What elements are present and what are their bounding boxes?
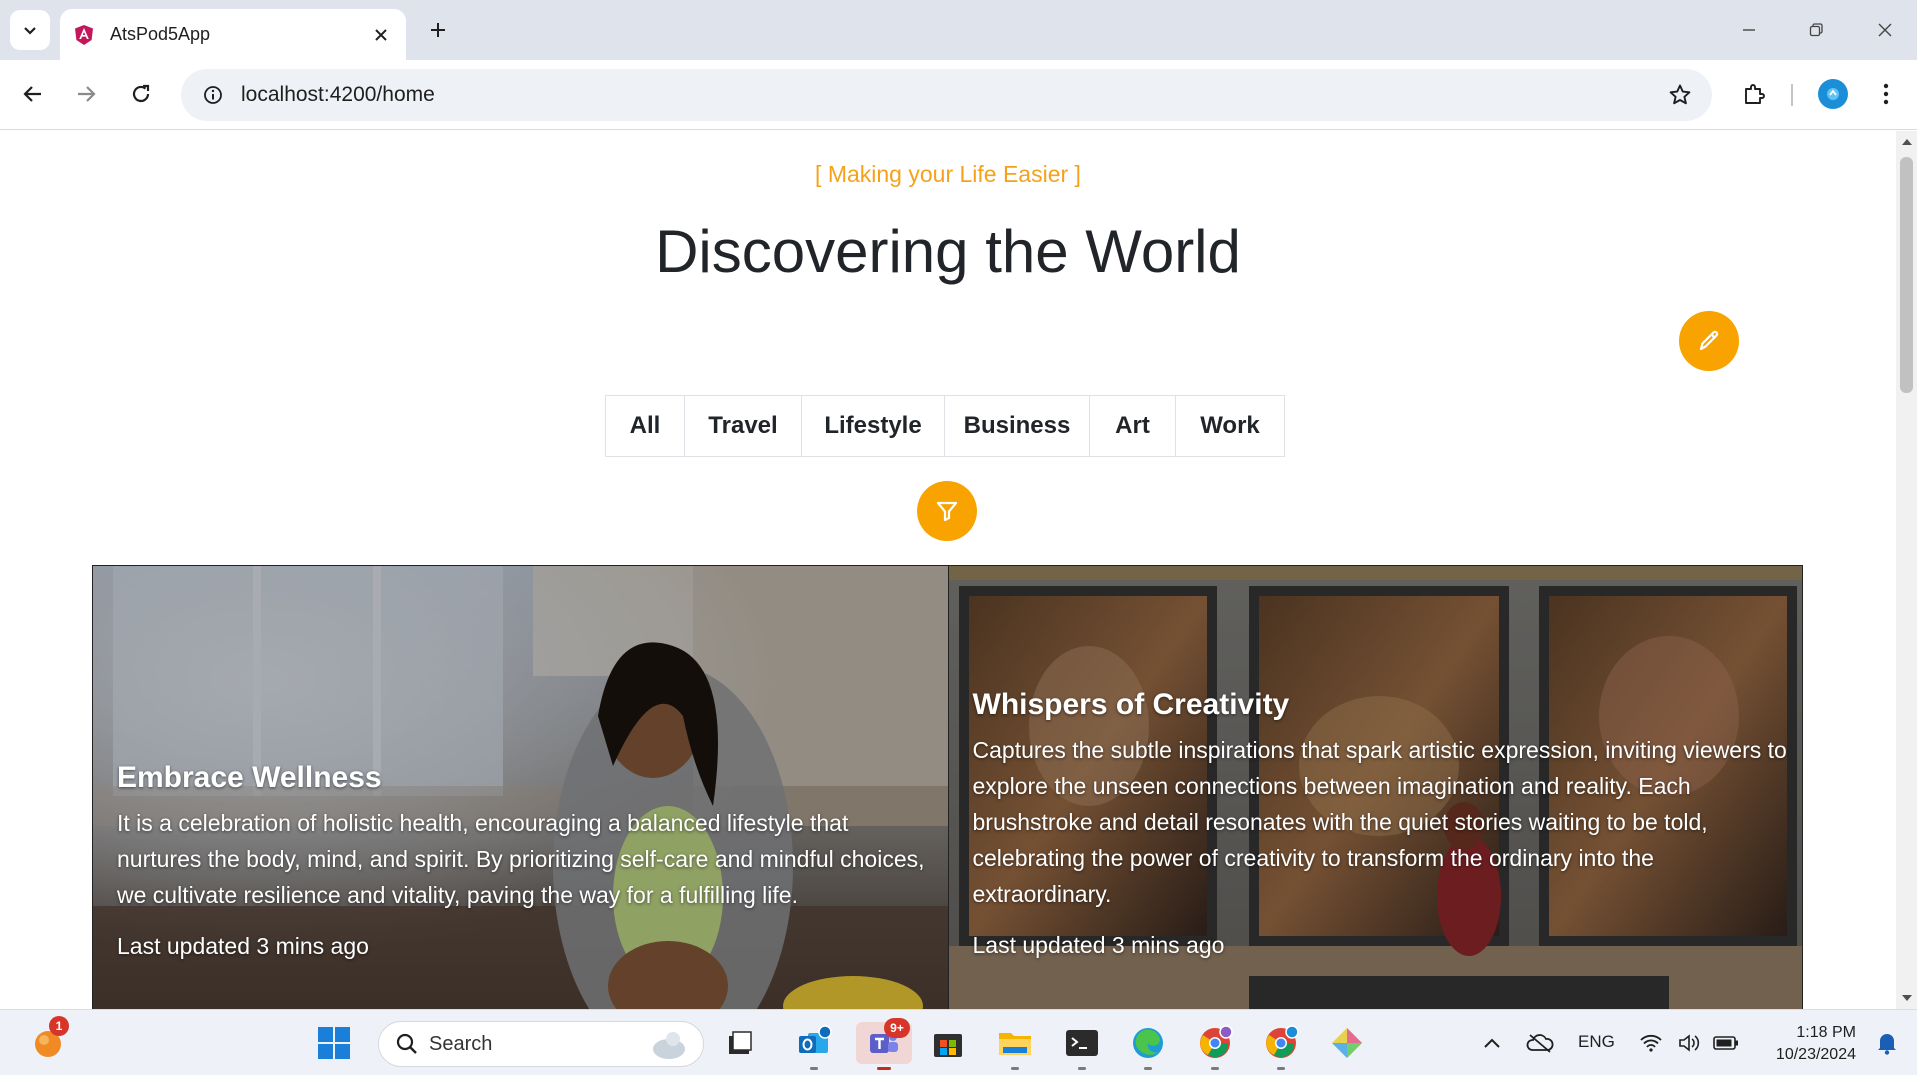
card-text: It is a celebration of holistic health, … bbox=[117, 810, 925, 908]
language-indicator[interactable]: ENG bbox=[1578, 1032, 1615, 1052]
new-tab-icon[interactable] bbox=[422, 14, 454, 46]
card-last-updated: Last updated 3 mins ago bbox=[117, 933, 369, 959]
running-indicator bbox=[1078, 1067, 1086, 1070]
notification-app-icon[interactable]: 1 bbox=[27, 1016, 69, 1064]
dev-tool-app-icon[interactable] bbox=[1326, 1022, 1368, 1064]
filter-work-button[interactable]: Work bbox=[1176, 396, 1284, 456]
filter-button[interactable] bbox=[917, 481, 977, 541]
wifi-icon[interactable] bbox=[1630, 1022, 1672, 1064]
edge-browser-icon[interactable] bbox=[1127, 1022, 1169, 1070]
filter-art-button[interactable]: Art bbox=[1090, 396, 1176, 456]
card-text: Captures the subtle inspirations that sp… bbox=[972, 737, 1787, 907]
minimize-icon[interactable] bbox=[1729, 12, 1769, 48]
running-indicator bbox=[810, 1067, 818, 1070]
outlook-icon[interactable] bbox=[793, 1022, 835, 1070]
battery-icon[interactable] bbox=[1705, 1022, 1747, 1064]
task-view-icon[interactable] bbox=[719, 1022, 761, 1064]
page-title: Discovering the World bbox=[655, 218, 1241, 285]
volume-icon[interactable] bbox=[1668, 1022, 1710, 1064]
card-embrace-wellness[interactable]: Embrace Wellness It is a celebration of … bbox=[93, 566, 948, 1009]
page-viewport: [ Making your Life Easier ] Discovering … bbox=[0, 131, 1896, 1009]
back-arrow-icon[interactable] bbox=[13, 74, 53, 114]
tab-title: AtsPod5App bbox=[110, 24, 211, 44]
more-menu-icon[interactable] bbox=[1866, 74, 1906, 114]
scroll-down-arrow-icon[interactable] bbox=[1896, 989, 1917, 1007]
card-body: Whispers of Creativity Captures the subt… bbox=[973, 688, 1789, 959]
restore-icon[interactable] bbox=[1796, 12, 1836, 48]
show-hidden-icons-chevron-icon[interactable] bbox=[1471, 1022, 1513, 1064]
url-text: localhost:4200/home bbox=[241, 83, 435, 106]
card-grid: Embrace Wellness It is a celebration of … bbox=[92, 565, 1803, 1009]
chrome-profile-1-icon[interactable] bbox=[1194, 1022, 1236, 1070]
page-tagline: [ Making your Life Easier ] bbox=[815, 161, 1081, 187]
notifications-bell-icon[interactable] bbox=[1866, 1022, 1908, 1064]
filter-lifestyle-button[interactable]: Lifestyle bbox=[802, 396, 945, 456]
onedrive-offline-icon[interactable] bbox=[1519, 1022, 1561, 1064]
running-indicator bbox=[1211, 1067, 1219, 1070]
site-info-icon[interactable] bbox=[189, 71, 237, 119]
card-last-updated: Last updated 3 mins ago bbox=[972, 932, 1225, 958]
teams-badge: 9+ bbox=[884, 1018, 910, 1038]
bookmark-star-icon[interactable] bbox=[1660, 75, 1700, 115]
browser-toolbar: localhost:4200/home bbox=[0, 60, 1917, 130]
page-scrollbar[interactable] bbox=[1896, 131, 1917, 1009]
extensions-puzzle-icon[interactable] bbox=[1734, 74, 1774, 114]
search-label: Search bbox=[429, 1032, 493, 1055]
address-bar[interactable]: localhost:4200/home bbox=[181, 69, 1712, 121]
running-indicator bbox=[1144, 1067, 1152, 1070]
taskbar-search[interactable]: Search bbox=[378, 1021, 704, 1067]
funnel-icon bbox=[936, 501, 958, 522]
teams-icon[interactable]: 9+ bbox=[856, 1018, 912, 1070]
windows-taskbar: 1 Search 9+ ENG 1:18 PM 10/23/2024 bbox=[0, 1009, 1917, 1075]
card-whispers-of-creativity[interactable]: Whispers of Creativity Captures the subt… bbox=[947, 566, 1802, 1009]
chrome-profile-2-icon[interactable] bbox=[1260, 1022, 1302, 1070]
toolbar-divider bbox=[1791, 84, 1793, 106]
reload-icon[interactable] bbox=[121, 74, 161, 114]
running-indicator bbox=[1011, 1067, 1019, 1070]
running-indicator bbox=[1277, 1067, 1285, 1070]
notification-badge: 1 bbox=[49, 1016, 69, 1036]
microsoft-store-icon[interactable] bbox=[927, 1022, 969, 1064]
file-explorer-icon[interactable] bbox=[994, 1022, 1036, 1070]
clock-date: 10/23/2024 bbox=[1775, 1046, 1856, 1063]
forward-arrow-icon[interactable] bbox=[66, 74, 106, 114]
browser-tab[interactable]: AtsPod5App bbox=[60, 9, 406, 60]
edit-button[interactable] bbox=[1679, 311, 1739, 371]
angular-logo-icon bbox=[72, 23, 96, 47]
terminal-icon[interactable] bbox=[1061, 1022, 1103, 1070]
scroll-up-arrow-icon[interactable] bbox=[1896, 133, 1917, 151]
filter-travel-button[interactable]: Travel bbox=[685, 396, 802, 456]
windows-start-icon[interactable] bbox=[313, 1022, 355, 1064]
card-title: Whispers of Creativity bbox=[972, 688, 1290, 721]
clock-time: 1:18 PM bbox=[1796, 1024, 1856, 1041]
search-icon bbox=[396, 1033, 417, 1054]
tab-search-button[interactable] bbox=[10, 10, 50, 50]
category-filter-group: All Travel Lifestyle Business Art Work bbox=[605, 395, 1285, 457]
scrollbar-thumb[interactable] bbox=[1900, 157, 1913, 393]
running-indicator bbox=[877, 1067, 891, 1070]
filter-business-button[interactable]: Business bbox=[945, 396, 1090, 456]
profile-avatar[interactable] bbox=[1813, 74, 1853, 114]
search-highlight-icon bbox=[653, 1032, 685, 1059]
taskbar-clock[interactable]: 1:18 PM 10/23/2024 bbox=[1760, 1022, 1856, 1066]
pencil-icon bbox=[1699, 330, 1719, 351]
card-body: Embrace Wellness It is a celebration of … bbox=[117, 761, 934, 960]
profile-icon bbox=[1818, 79, 1848, 109]
tab-strip: AtsPod5App bbox=[0, 0, 1917, 60]
filter-all-button[interactable]: All bbox=[606, 396, 685, 456]
close-window-icon[interactable] bbox=[1865, 12, 1905, 48]
card-title: Embrace Wellness bbox=[117, 761, 382, 794]
close-tab-icon[interactable] bbox=[366, 20, 396, 50]
chevron-down-icon bbox=[24, 27, 36, 35]
